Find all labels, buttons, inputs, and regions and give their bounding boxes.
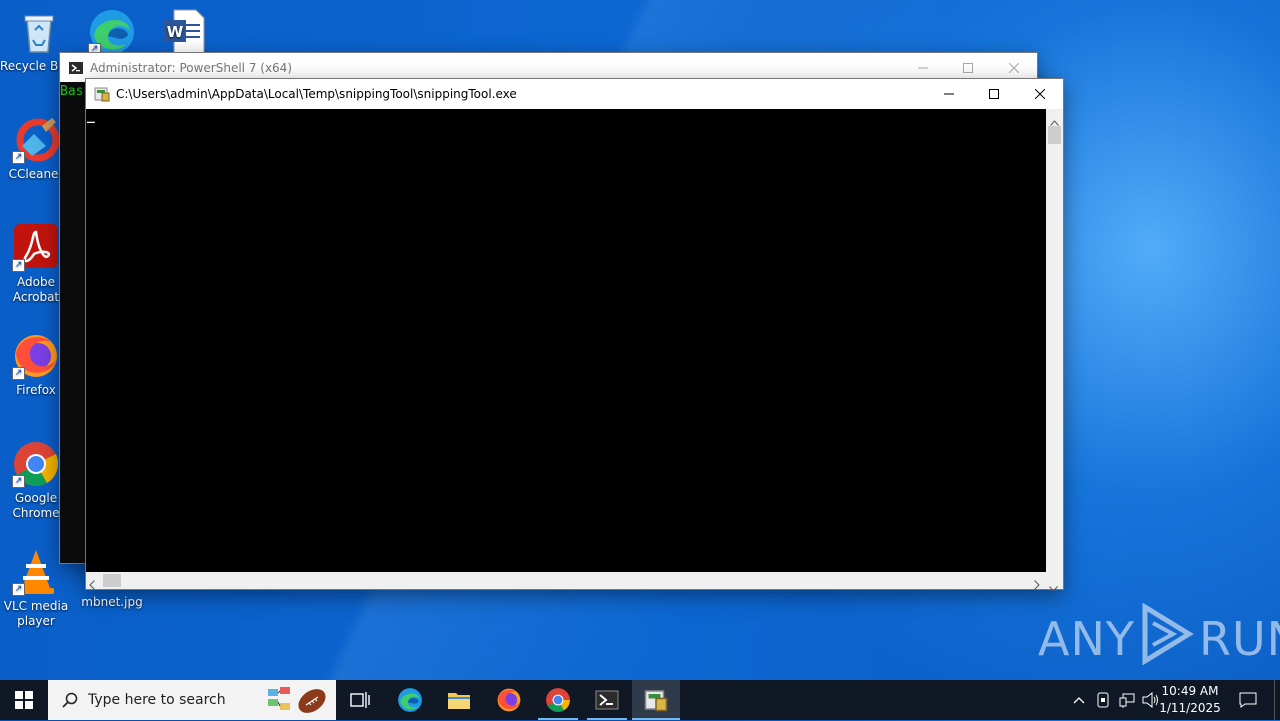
svg-text:W: W <box>167 23 184 41</box>
firefox-icon: ↗ <box>12 332 60 380</box>
horizontal-scroll-thumb[interactable] <box>103 574 121 587</box>
start-button[interactable] <box>0 680 48 720</box>
console-output-area[interactable]: _ <box>86 109 1046 572</box>
firefox-icon <box>497 688 521 712</box>
show-desktop-button[interactable] <box>1274 680 1280 720</box>
task-view-icon <box>350 692 370 708</box>
play-triangle-icon <box>1139 602 1195 676</box>
shortcut-arrow-icon: ↗ <box>12 583 25 596</box>
console-cursor: _ <box>87 109 95 124</box>
application-icon <box>94 86 110 102</box>
taskbar-snippingtool[interactable] <box>632 680 680 720</box>
device-icon <box>1097 692 1109 708</box>
desktop-icon-label: VLC media player <box>3 599 69 628</box>
taskbar-clock[interactable]: 10:49 AM 1/11/2025 <box>1158 683 1222 717</box>
maximize-button[interactable] <box>945 53 991 82</box>
edge-icon <box>398 688 422 712</box>
edge-icon: ↗ <box>88 8 136 56</box>
show-hidden-icons-button[interactable] <box>1068 680 1090 720</box>
powershell-icon <box>68 60 84 76</box>
application-icon <box>644 690 668 712</box>
taskbar-file-explorer[interactable] <box>435 680 483 720</box>
horizontal-scrollbar[interactable] <box>86 572 1063 592</box>
task-view-button[interactable] <box>336 680 384 720</box>
taskbar-edge[interactable] <box>386 680 434 720</box>
clock-time: 10:49 AM <box>1161 684 1219 698</box>
anyrun-watermark: ANY RUN <box>1038 602 1280 672</box>
close-button[interactable] <box>991 53 1037 82</box>
taskbar-firefox[interactable] <box>485 680 533 720</box>
chrome-icon: ↗ <box>12 440 60 488</box>
scroll-left-arrow-icon[interactable] <box>89 575 95 594</box>
tray-network-button[interactable] <box>1116 680 1138 720</box>
watermark-text-left: ANY <box>1038 612 1135 666</box>
powershell-console-text: Bas <box>60 84 84 99</box>
close-button[interactable] <box>1017 79 1063 108</box>
desktop-icon-label: Recycle Bin <box>0 59 60 73</box>
tray-device-button[interactable] <box>1092 680 1114 720</box>
vertical-scrollbar[interactable] <box>1046 109 1063 572</box>
snippingtool-titlebar[interactable]: C:\Users\admin\AppData\Local\Temp\snippi… <box>86 79 1063 108</box>
shortcut-arrow-icon: ↗ <box>12 475 25 488</box>
search-icon <box>62 692 78 708</box>
snippingtool-window-title: C:\Users\admin\AppData\Local\Temp\snippi… <box>116 86 517 101</box>
ccleaner-icon: ↗ <box>12 116 60 164</box>
shortcut-arrow-icon: ↗ <box>12 259 25 272</box>
powershell-icon <box>595 690 619 710</box>
vertical-scroll-thumb[interactable] <box>1048 126 1061 144</box>
maximize-button[interactable] <box>971 79 1017 108</box>
minimize-button[interactable] <box>926 79 972 108</box>
action-center-button[interactable] <box>1230 680 1266 720</box>
vlc-icon: ↗ <box>12 548 60 596</box>
chrome-icon <box>546 688 570 712</box>
scroll-down-arrow-icon[interactable] <box>1049 577 1058 596</box>
shortcut-arrow-icon: ↗ <box>12 151 25 164</box>
taskbar-chrome[interactable] <box>534 680 582 720</box>
powershell-titlebar[interactable]: Administrator: PowerShell 7 (x64) <box>60 53 1037 82</box>
taskbar: Type here to search 10:49 AM 1/11/2025 <box>0 680 1280 720</box>
desktop-icon-word[interactable]: W <box>148 8 220 59</box>
watermark-text-right: RUN <box>1198 612 1280 666</box>
notification-icon <box>1239 692 1257 708</box>
chevron-up-icon <box>1073 697 1085 704</box>
taskbar-search-box[interactable]: Type here to search <box>48 680 336 720</box>
search-highlight-icon <box>266 683 330 721</box>
word-document-icon: W <box>160 8 208 56</box>
network-icon <box>1119 693 1135 708</box>
adobe-acrobat-icon: ↗ <box>12 224 60 272</box>
scroll-right-arrow-icon[interactable] <box>1034 575 1040 594</box>
search-placeholder: Type here to search <box>88 692 226 708</box>
desktop-icon-edge[interactable]: ↗ <box>76 8 148 59</box>
shortcut-arrow-icon: ↗ <box>12 367 25 380</box>
snippingtool-console-window[interactable]: C:\Users\admin\AppData\Local\Temp\snippi… <box>86 79 1063 592</box>
powershell-window-title: Administrator: PowerShell 7 (x64) <box>90 60 293 75</box>
clock-date: 1/11/2025 <box>1159 701 1221 715</box>
folder-icon <box>448 693 470 709</box>
minimize-button[interactable] <box>900 53 946 82</box>
taskbar-powershell[interactable] <box>583 680 631 720</box>
desktop-icon-label: mbnet.jpg <box>81 595 143 609</box>
recycle-bin-icon <box>15 8 63 56</box>
windows-logo-icon <box>15 691 33 709</box>
